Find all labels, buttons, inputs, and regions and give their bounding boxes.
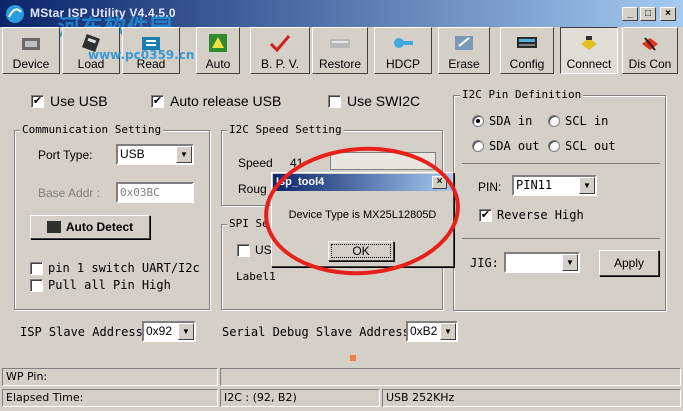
auto-label: Auto bbox=[205, 57, 231, 71]
base-addr-input[interactable]: 0x03BC bbox=[116, 182, 194, 203]
bpv-button[interactable]: B. P. V. bbox=[250, 27, 310, 74]
jig-label: JIG: bbox=[470, 256, 499, 270]
spi-label1: Label1 bbox=[236, 270, 276, 283]
apply-button[interactable]: Apply bbox=[599, 250, 659, 276]
serial-debug-select[interactable]: 0xB2 ▼ bbox=[406, 321, 458, 342]
restore-button[interactable]: Restore bbox=[312, 27, 368, 74]
connect-icon bbox=[581, 36, 597, 50]
progress-dot bbox=[350, 355, 356, 361]
jig-select[interactable]: ▼ bbox=[504, 252, 580, 273]
base-addr-label: Base Addr : bbox=[38, 186, 101, 200]
sda-in-radio[interactable] bbox=[472, 115, 484, 127]
i2c-pin-group bbox=[453, 95, 666, 311]
scl-out-label: SCL out bbox=[565, 139, 616, 153]
sda-out-label: SDA out bbox=[489, 139, 540, 153]
i2c-speed-title: I2C Speed Setting bbox=[227, 123, 344, 136]
reverse-high-checkbox[interactable]: ✔ bbox=[479, 209, 492, 222]
restore-icon bbox=[330, 39, 350, 48]
erase-icon bbox=[455, 36, 473, 50]
pull-all-label: Pull all Pin High bbox=[48, 278, 171, 292]
pin1-switch-label: pin 1 switch UART/I2c bbox=[48, 261, 200, 275]
port-type-select[interactable]: USB ▼ bbox=[116, 144, 194, 165]
auto-release-usb-label: Auto release USB bbox=[170, 93, 282, 109]
auto-button[interactable]: Auto bbox=[196, 27, 240, 74]
spi-us-checkbox[interactable] bbox=[237, 244, 250, 257]
serial-debug-value: 0xB2 bbox=[410, 324, 438, 338]
auto-release-usb-checkbox[interactable]: ✔ bbox=[151, 95, 164, 108]
config-label: Config bbox=[509, 57, 545, 71]
communication-setting-title: Communication Setting bbox=[20, 123, 164, 136]
scl-in-label: SCL in bbox=[565, 114, 609, 128]
erase-button[interactable]: Erase bbox=[438, 27, 490, 74]
minimize-button[interactable]: _ bbox=[622, 7, 638, 21]
isp-slave-value: 0x92 bbox=[146, 324, 173, 338]
i2c-status: I2C : (92, B2) bbox=[220, 389, 380, 407]
close-button[interactable]: × bbox=[660, 7, 676, 21]
bpv-label: B. P. V. bbox=[260, 57, 300, 71]
sda-in-label: SDA in bbox=[489, 114, 533, 128]
chevron-down-icon[interactable]: ▼ bbox=[178, 323, 194, 340]
serial-debug-label: Serial Debug Slave Address: bbox=[222, 325, 418, 339]
disconnect-label: Dis Con bbox=[628, 57, 672, 71]
device-button[interactable]: Device bbox=[2, 27, 60, 74]
hdcp-label: HDCP bbox=[385, 57, 420, 71]
auto-detect-label: Auto Detect bbox=[65, 220, 134, 234]
hdcp-icon bbox=[394, 38, 413, 48]
pin1-switch-checkbox[interactable] bbox=[30, 262, 43, 275]
disconnect-button[interactable]: Dis Con bbox=[622, 27, 678, 74]
scl-out-radio[interactable] bbox=[548, 140, 560, 152]
chevron-down-icon[interactable]: ▼ bbox=[176, 146, 192, 163]
use-swi2c-checkbox[interactable] bbox=[328, 95, 341, 108]
i2c-pin-divider bbox=[462, 163, 660, 164]
isp-slave-select[interactable]: 0x92 ▼ bbox=[142, 321, 196, 342]
hdcp-button[interactable]: HDCP bbox=[374, 27, 432, 74]
bpv-icon bbox=[269, 35, 291, 53]
pin-value: PIN11 bbox=[516, 178, 553, 192]
i2c-jig-divider bbox=[462, 238, 660, 239]
spi-us-label: US bbox=[255, 243, 272, 257]
connect-button[interactable]: Connect bbox=[560, 27, 618, 74]
restore-label: Restore bbox=[318, 57, 362, 71]
use-swi2c-label: Use SWI2C bbox=[347, 93, 421, 109]
chevron-down-icon[interactable]: ▼ bbox=[562, 254, 578, 271]
watermark-url: www.pc0359.cn bbox=[88, 48, 195, 62]
auto-detect-icon bbox=[46, 221, 61, 233]
sda-out-radio[interactable] bbox=[472, 140, 484, 152]
auto-icon bbox=[209, 34, 227, 52]
speed-label: Speed bbox=[238, 156, 273, 170]
pin-select[interactable]: PIN11 ▼ bbox=[512, 175, 597, 196]
config-button[interactable]: Config bbox=[500, 27, 554, 74]
app-icon bbox=[6, 5, 24, 23]
port-type-label: Port Type: bbox=[38, 148, 93, 162]
device-icon bbox=[22, 38, 40, 50]
use-usb-label: Use USB bbox=[50, 93, 108, 109]
wp-pin-status: WP Pin: bbox=[2, 368, 218, 386]
config-icon bbox=[517, 37, 537, 48]
i2c-pin-title: I2C Pin Definition bbox=[460, 88, 584, 101]
use-usb-checkbox[interactable]: ✔ bbox=[31, 95, 44, 108]
device-label: Device bbox=[12, 57, 50, 71]
status-empty-cell bbox=[220, 368, 681, 386]
pull-all-checkbox[interactable] bbox=[30, 279, 43, 292]
auto-detect-button[interactable]: Auto Detect bbox=[30, 215, 150, 239]
elapsed-time-status: Elapsed Time: bbox=[2, 389, 218, 407]
disconnect-icon bbox=[642, 37, 658, 51]
port-type-value: USB bbox=[120, 147, 145, 161]
chevron-down-icon[interactable]: ▼ bbox=[440, 323, 456, 340]
reverse-high-label: Reverse High bbox=[497, 208, 584, 222]
base-addr-value: 0x03BC bbox=[120, 186, 160, 199]
scl-in-radio[interactable] bbox=[548, 115, 560, 127]
rough-label: Roug bbox=[238, 182, 267, 196]
pin-label: PIN: bbox=[478, 180, 502, 194]
erase-label: Erase bbox=[448, 57, 480, 71]
usb-speed-status: USB 252KHz bbox=[382, 389, 681, 407]
chevron-down-icon[interactable]: ▼ bbox=[579, 177, 595, 194]
maximize-button[interactable]: □ bbox=[640, 7, 656, 21]
isp-slave-label: ISP Slave Address: bbox=[20, 325, 151, 339]
connect-label: Connect bbox=[566, 57, 612, 71]
